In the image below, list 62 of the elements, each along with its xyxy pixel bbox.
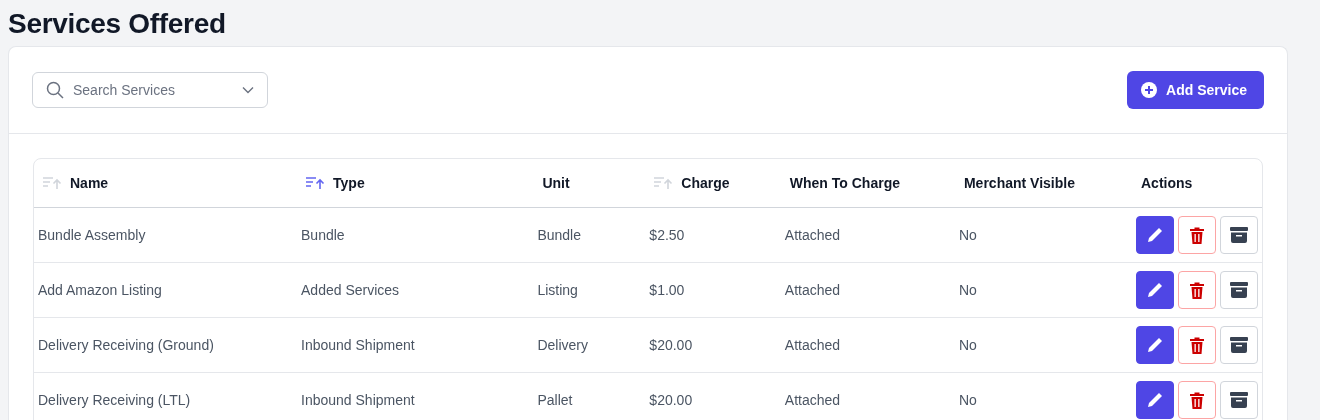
archive-box-icon — [1230, 227, 1248, 243]
table-cell: $1.00 — [649, 282, 685, 298]
table-cell: Delivery — [537, 337, 588, 353]
add-service-button[interactable]: Add Service — [1127, 71, 1264, 109]
pencil-icon — [1146, 226, 1164, 244]
plus-circle-icon — [1141, 82, 1158, 98]
sort-icon[interactable] — [306, 176, 326, 190]
table-cell: No — [958, 282, 977, 298]
trash-icon — [1190, 226, 1204, 244]
table-cell: Delivery Receiving (LTL) — [38, 392, 191, 408]
edit-button[interactable] — [1136, 271, 1174, 309]
delete-button[interactable] — [1178, 381, 1216, 419]
archive-button[interactable] — [1220, 216, 1258, 254]
column-header: Merchant Visible — [963, 175, 1075, 191]
archive-box-icon — [1230, 337, 1248, 353]
archive-box-icon — [1230, 392, 1248, 408]
column-header[interactable]: Name — [70, 175, 109, 191]
table-cell: $20.00 — [649, 392, 693, 408]
table-cell: No — [958, 392, 977, 408]
edit-button[interactable] — [1136, 381, 1174, 419]
chevron-down-icon — [242, 86, 254, 94]
archive-button[interactable] — [1220, 271, 1258, 309]
table-cell: Delivery Receiving (Ground) — [38, 337, 214, 353]
delete-button[interactable] — [1178, 326, 1216, 364]
table-cell: No — [958, 337, 977, 353]
table-cell: Listing — [537, 282, 578, 298]
table-cell: Bundle — [301, 227, 345, 243]
edit-button[interactable] — [1136, 216, 1174, 254]
search-field[interactable]: Search Services — [32, 72, 268, 108]
column-header: When To Charge — [789, 175, 900, 191]
table-cell: Added Services — [301, 282, 400, 298]
table-cell: $2.50 — [649, 227, 685, 243]
pencil-icon — [1146, 336, 1164, 354]
table-cell: Pallet — [537, 392, 573, 408]
table-cell: No — [958, 227, 977, 243]
column-header: Unit — [542, 175, 570, 191]
archive-button[interactable] — [1220, 326, 1258, 364]
pencil-icon — [1146, 281, 1164, 299]
archive-button[interactable] — [1220, 381, 1258, 419]
table-cell: Attached — [784, 282, 841, 298]
column-header: Actions — [1141, 175, 1193, 191]
table-cell: Inbound Shipment — [301, 392, 415, 408]
table-cell: Bundle — [537, 227, 581, 243]
search-icon — [46, 81, 64, 99]
table-cell: Add Amazon Listing — [38, 282, 162, 298]
archive-box-icon — [1230, 282, 1248, 298]
table-cell: Attached — [784, 392, 841, 408]
column-header[interactable]: Charge — [681, 175, 730, 191]
edit-button[interactable] — [1136, 326, 1174, 364]
table-cell: $20.00 — [649, 337, 693, 353]
page-title: Services Offered — [8, 8, 227, 40]
table-cell: Attached — [784, 337, 841, 353]
table-cell: Bundle Assembly — [38, 227, 146, 243]
delete-button[interactable] — [1178, 216, 1216, 254]
trash-icon — [1190, 391, 1204, 409]
delete-button[interactable] — [1178, 271, 1216, 309]
trash-icon — [1190, 336, 1204, 354]
table-cell: Inbound Shipment — [301, 337, 415, 353]
table-cell: Attached — [784, 227, 841, 243]
pencil-icon — [1146, 391, 1164, 409]
column-header[interactable]: Type — [333, 175, 365, 191]
trash-icon — [1190, 281, 1204, 299]
